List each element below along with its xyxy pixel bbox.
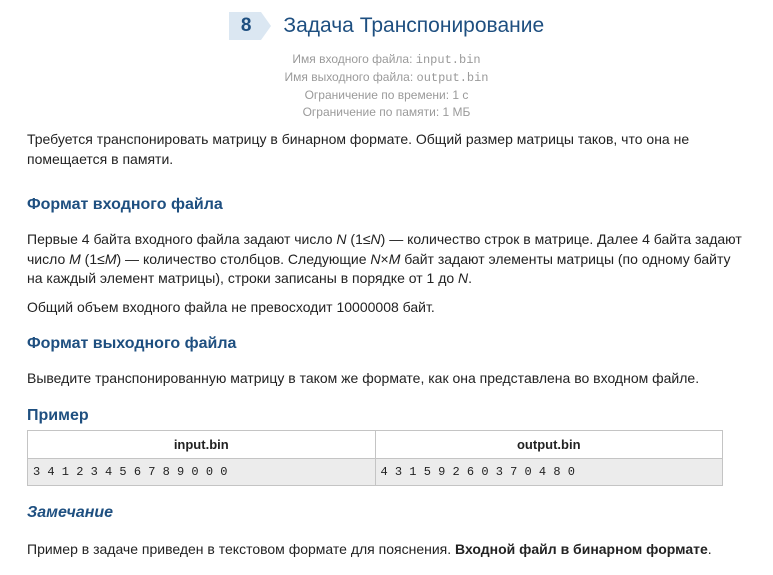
example-table: input.bin output.bin 3 4 1 2 3 4 5 6 7 8…: [27, 430, 723, 486]
note-heading: Замечание: [27, 504, 114, 521]
memory-limit: Ограничение по памяти: 1 МБ: [302, 105, 471, 119]
input-size-text: Общий объем входного файла не превосходи…: [27, 298, 435, 315]
note-text: Пример в задаче приведен в текстовом фор…: [27, 541, 712, 557]
problem-limits: Имя входного файла: input.bin Имя выходн…: [0, 51, 773, 121]
statement-text: Требуется транспонировать матрицу в бина…: [27, 131, 690, 167]
output-file-name: output.bin: [416, 71, 489, 85]
note-bold-text: Входной файл в бинарном формате: [455, 541, 708, 557]
example-column-input: input.bin: [27, 430, 376, 459]
problem-number-badge: 8: [228, 12, 271, 40]
example-output-cell: 4 3 1 5 9 2 6 0 3 7 0 4 8 0: [374, 458, 723, 486]
example-input-cell: 3 4 1 2 3 4 5 6 7 8 9 0 0 0: [27, 458, 376, 486]
input-format-text: Первые 4 байта входного файла задают чис…: [27, 231, 742, 286]
problem-header: 8 Задача Транспонирование: [0, 12, 773, 40]
table-row: 3 4 1 2 3 4 5 6 7 8 9 0 0 0 4 3 1 5 9 2 …: [27, 458, 723, 486]
example-heading: Пример: [27, 406, 89, 424]
output-file-line: Имя выходного файла: output.bin: [284, 70, 489, 85]
input-file-line: Имя входного файла: input.bin: [292, 52, 481, 67]
input-file-name: input.bin: [415, 53, 481, 67]
problem-title: Задача Транспонирование: [283, 14, 545, 37]
output-format-text: Выведите транспонированную матрицу в так…: [27, 370, 700, 386]
problem-statement: Требуется транспонировать матрицу в бина…: [27, 130, 747, 425]
output-format-heading: Формат выходного файла: [27, 335, 237, 352]
example-column-output: output.bin: [374, 430, 723, 459]
input-format-heading: Формат входного файла: [27, 196, 223, 213]
time-limit: Ограничение по времени: 1 с: [304, 88, 469, 102]
